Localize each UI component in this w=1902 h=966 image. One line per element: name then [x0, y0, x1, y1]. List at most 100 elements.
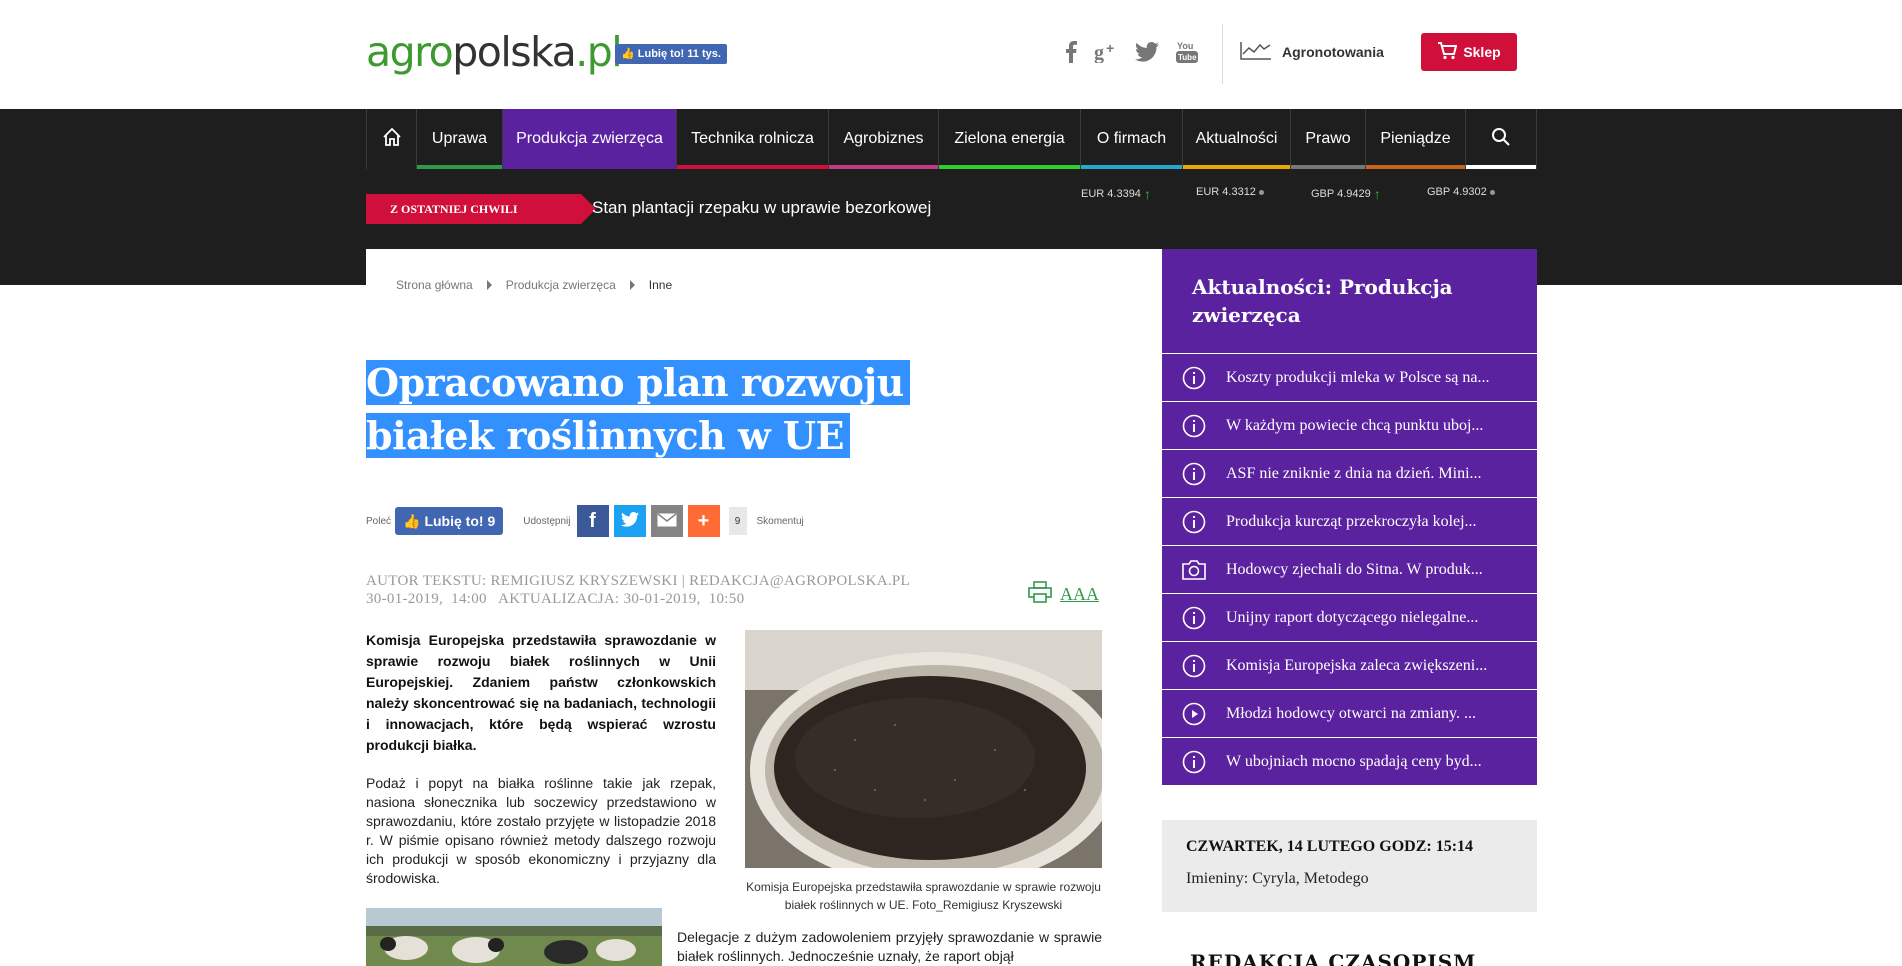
- home-icon: [382, 127, 402, 152]
- svg-text:Tube: Tube: [1178, 53, 1197, 62]
- sidebar-news-label: Koszty produkcji mleka w Polsce są na...: [1226, 368, 1490, 386]
- sidebar-news-item[interactable]: W ubojniach mocno spadają ceny byd...: [1162, 737, 1537, 785]
- chart-line-icon: [1240, 40, 1272, 63]
- nav-item-o-firmach[interactable]: O firmach: [1080, 109, 1182, 169]
- agronotowania-label: Agronotowania: [1282, 43, 1384, 60]
- author-line: AUTOR TEKSTU: REMIGIUSZ KRYSZEWSKI | RED…: [366, 573, 910, 589]
- share-twitter-button[interactable]: [613, 505, 646, 537]
- info-icon: [1162, 606, 1226, 630]
- namedays: Imieniny: Cyryla, Metodego: [1186, 870, 1369, 887]
- nav-item-technika-rolnicza[interactable]: Technika rolnicza: [676, 109, 828, 169]
- sidebar-news-item[interactable]: ASF nie zniknie z dnia na dzień. Mini...: [1162, 449, 1537, 497]
- google-plus-icon[interactable]: g +: [1092, 37, 1122, 67]
- comment-link[interactable]: Skomentuj: [757, 516, 804, 527]
- envelope-icon: [657, 510, 677, 533]
- currency-rate: GBP 4.9429 ↑: [1311, 186, 1381, 202]
- rate-label: GBP 4.9302: [1427, 186, 1487, 198]
- udostepnij-label: Udostępnij: [523, 515, 571, 527]
- nav-label: O firmach: [1096, 130, 1167, 147]
- twitter-icon[interactable]: [1132, 37, 1162, 67]
- nav-search[interactable]: [1465, 109, 1537, 169]
- sidebar-news-item[interactable]: Hodowcy zjechali do Sitna. W produk...: [1162, 545, 1537, 593]
- nav-item-agrobiznes[interactable]: Agrobiznes: [828, 109, 938, 169]
- logo-agro: agro: [366, 28, 454, 76]
- nav-item-prawo[interactable]: Prawo: [1290, 109, 1365, 169]
- sidebar-news-item[interactable]: Komisja Europejska zaleca zwiększeni...: [1162, 641, 1537, 689]
- breadcrumb: Strona główna Produkcja zwierzęca Inne: [396, 278, 672, 292]
- sidebar-title: Aktualności: Produkcja zwierzęca: [1162, 249, 1537, 353]
- logo-polska: polska: [452, 28, 577, 76]
- article-like-button[interactable]: 👍 Lubię to! 9: [395, 507, 504, 535]
- youtube-icon[interactable]: You Tube: [1172, 37, 1202, 67]
- breadcrumb-separator-icon: [486, 280, 492, 290]
- nav-underline: [677, 165, 828, 169]
- facebook-icon[interactable]: [1058, 37, 1084, 67]
- currency-rate: EUR 4.3394 ↑: [1081, 186, 1151, 202]
- share-more-button[interactable]: +: [687, 505, 720, 537]
- currency-rate: EUR 4.3312: [1196, 186, 1264, 198]
- date-box: CZWARTEK, 14 LUTEGO GODZ: 15:14 Imieniny…: [1162, 820, 1537, 912]
- breaking-news-headline[interactable]: Stan plantacji rzepaku w uprawie bezorko…: [592, 198, 931, 218]
- font-size-toggle[interactable]: AAA: [1060, 584, 1099, 605]
- nav-item-zielona-energia[interactable]: Zielona energia: [938, 109, 1080, 169]
- site-logo[interactable]: agropolska.pl: [366, 28, 623, 76]
- sidebar-news-label: Komisja Europejska zaleca zwiększeni...: [1226, 656, 1488, 674]
- cart-icon: [1437, 41, 1458, 63]
- rate-label: GBP 4.9429: [1311, 188, 1371, 200]
- breaking-badge-label: Z OSTATNIEJ CHWILI: [390, 201, 518, 216]
- article-photo[interactable]: [745, 630, 1102, 868]
- dot-icon: [1489, 189, 1495, 195]
- sidebar-news-label: Produkcja kurcząt przekroczyła kolej...: [1226, 512, 1477, 530]
- camera-icon: [1162, 559, 1226, 581]
- sidebar-news-item[interactable]: W każdym powiecie chcą punktu uboj...: [1162, 401, 1537, 449]
- nav-item-uprawa[interactable]: Uprawa: [416, 109, 502, 169]
- sidebar-news: Aktualności: Produkcja zwierzęca Koszty …: [1162, 249, 1537, 785]
- nav-underline: [829, 165, 938, 169]
- print-icon[interactable]: [1028, 581, 1052, 608]
- facebook-icon: f: [589, 509, 596, 532]
- facebook-like-label: Lubię to! 11 tys.: [637, 48, 721, 60]
- article-lead: Komisja Europejska przedstawiła sprawozd…: [366, 632, 716, 753]
- breadcrumb-separator-icon: [629, 280, 635, 290]
- cattle-photo[interactable]: [366, 908, 662, 966]
- shop-label: Sklep: [1463, 44, 1501, 60]
- nav-item-produkcja-zwierzeca[interactable]: Produkcja zwierzęca: [502, 109, 676, 169]
- nav-label: Aktualności: [1195, 130, 1278, 147]
- article-title-text: Opracowano plan rozwoju białek roślinnyc…: [366, 360, 910, 458]
- breadcrumb-section[interactable]: Produkcja zwierzęca: [506, 278, 616, 292]
- breadcrumb-current: Inne: [648, 278, 673, 292]
- agronotowania-link[interactable]: Agronotowania: [1240, 40, 1384, 63]
- nav-item-aktualnosci[interactable]: Aktualności: [1182, 109, 1290, 169]
- sidebar-news-label: Hodowcy zjechali do Sitna. W produk...: [1226, 560, 1483, 578]
- share-count: 9: [728, 507, 747, 535]
- article-meta: AUTOR TEKSTU: REMIGIUSZ KRYSZEWSKI | RED…: [366, 572, 910, 608]
- sidebar-news-label: ASF nie zniknie z dnia na dzień. Mini...: [1226, 464, 1482, 482]
- rate-label: EUR 4.3394: [1081, 188, 1141, 200]
- shop-button[interactable]: Sklep: [1421, 33, 1517, 71]
- thumbs-up-icon: 👍: [621, 48, 635, 60]
- sidebar-news-item[interactable]: Młodzi hodowcy otwarci na zmiany. ...: [1162, 689, 1537, 737]
- svg-text:You: You: [1177, 41, 1193, 51]
- sidebar-news-item[interactable]: Koszty produkcji mleka w Polsce są na...: [1162, 353, 1537, 401]
- info-icon: [1162, 654, 1226, 678]
- share-bar: Poleć 👍 Lubię to! 9 Udostępnij f + 9 Sko…: [366, 504, 804, 538]
- facebook-like-button[interactable]: 👍 Lubię to! 11 tys.: [615, 44, 727, 64]
- currency-rate: GBP 4.9302: [1427, 186, 1495, 198]
- main-nav: Uprawa Produkcja zwierzęca Technika roln…: [366, 109, 1537, 169]
- nav-underline: [503, 165, 676, 169]
- article-tools: AAA: [1028, 581, 1099, 608]
- sidebar-news-item[interactable]: Produkcja kurcząt przekroczyła kolej...: [1162, 497, 1537, 545]
- article-paragraph: Podaż i popyt na białka roślinne takie j…: [366, 775, 716, 886]
- info-icon: [1162, 750, 1226, 774]
- arrow-up-icon: ↑: [1143, 186, 1151, 202]
- nav-home[interactable]: [366, 109, 416, 169]
- article-paragraph: Delegacje z dużym zadowoleniem przyjęły …: [677, 929, 1102, 964]
- nav-underline: [1291, 165, 1365, 169]
- share-facebook-button[interactable]: f: [576, 505, 609, 537]
- share-email-button[interactable]: [650, 505, 683, 537]
- sidebar-news-item[interactable]: Unijny raport dotyczącego nielegalne...: [1162, 593, 1537, 641]
- search-icon: [1491, 127, 1511, 152]
- breadcrumb-home[interactable]: Strona główna: [396, 278, 473, 292]
- nav-item-pieniadze[interactable]: Pieniądze: [1365, 109, 1465, 169]
- nav-underline: [1366, 165, 1465, 169]
